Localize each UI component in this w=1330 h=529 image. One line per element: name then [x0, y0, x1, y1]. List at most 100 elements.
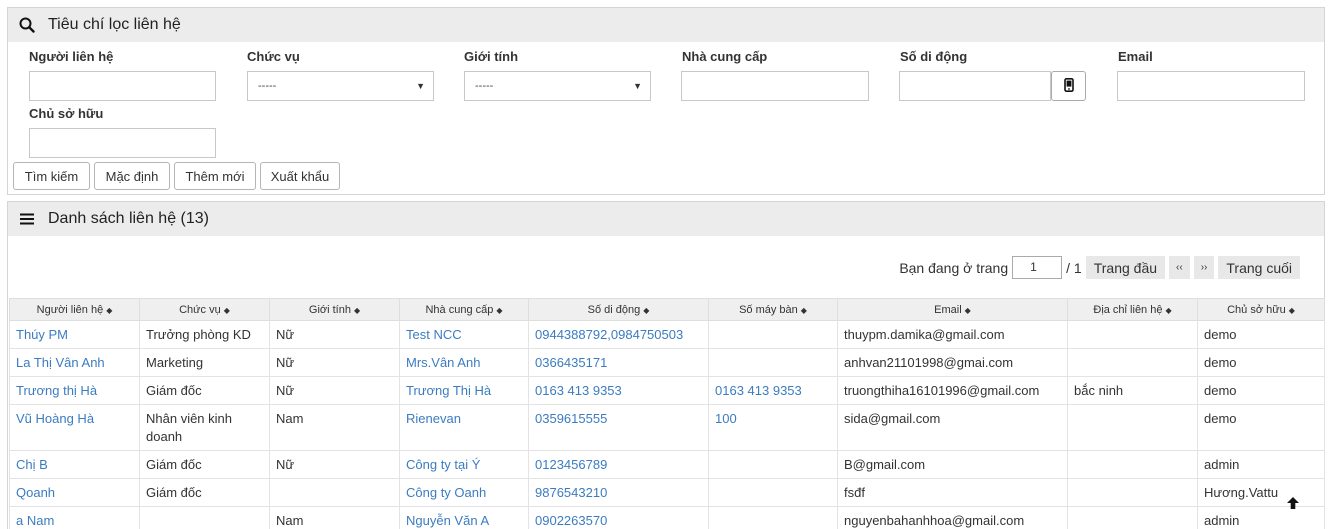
- mobile-link[interactable]: 0359615555: [528, 404, 709, 451]
- mobile-link[interactable]: 0902263570: [528, 506, 709, 529]
- column-header[interactable]: Người liên hệ ◆: [9, 298, 140, 321]
- column-header[interactable]: Địa chỉ liên hệ ◆: [1067, 298, 1198, 321]
- mobile-phone-button[interactable]: [1051, 71, 1086, 101]
- owner-label: Chủ sở hữu: [29, 106, 104, 121]
- contact-name-link[interactable]: Chị B: [9, 450, 140, 479]
- supplier-link[interactable]: Rienevan: [399, 404, 529, 451]
- mobile-link[interactable]: 0366435171: [528, 348, 709, 377]
- position-cell: Trưởng phòng KD: [139, 320, 270, 349]
- address-cell: [1067, 506, 1198, 529]
- filter-panel-title: Tiêu chí lọc liên hệ: [48, 16, 181, 33]
- supplier-link[interactable]: Nguyễn Văn A: [399, 506, 529, 529]
- search-icon: [18, 16, 36, 34]
- email-cell: nguyenbahanhhoa@gmail.com: [837, 506, 1068, 529]
- supplier-label: Nhà cung cấp: [682, 49, 768, 64]
- contact-name-link[interactable]: Trương thị Hà: [9, 376, 140, 405]
- gender-cell: Nữ: [269, 320, 400, 349]
- landline-link[interactable]: 0163 413 9353: [708, 376, 838, 405]
- contact-name-link[interactable]: a Nam: [9, 506, 140, 529]
- page-total: / 1: [1066, 259, 1082, 276]
- contact-name-link[interactable]: Vũ Hoàng Hà: [9, 404, 140, 451]
- address-cell: [1067, 320, 1198, 349]
- landline-link[interactable]: [708, 450, 838, 479]
- email-cell: truongthiha16101996@gmail.com: [837, 376, 1068, 405]
- gender-select[interactable]: ----- ▼: [464, 71, 651, 101]
- prev-page-button[interactable]: ‹‹: [1169, 256, 1190, 279]
- supplier-link[interactable]: Test NCC: [399, 320, 529, 349]
- table-row: a Nam Nam Nguyễn Văn A 0902263570 nguyen…: [9, 506, 1325, 529]
- email-cell: anhvan21101998@gmai.com: [837, 348, 1068, 377]
- position-cell: Giám đốc: [139, 376, 270, 405]
- default-button[interactable]: Mặc định: [94, 162, 170, 190]
- mobile-link[interactable]: 0163 413 9353: [528, 376, 709, 405]
- column-header[interactable]: Chủ sở hữu ◆: [1197, 298, 1325, 321]
- table-row: Trương thị Hà Giám đốc Nữ Trương Thị Hà …: [9, 376, 1325, 405]
- gender-cell: Nam: [269, 404, 400, 451]
- column-header[interactable]: Nhà cung cấp ◆: [399, 298, 529, 321]
- add-new-button[interactable]: Thêm mới: [174, 162, 256, 190]
- position-select[interactable]: ----- ▼: [247, 71, 434, 101]
- sort-icon: ◆: [1288, 305, 1295, 315]
- position-cell: [139, 506, 270, 529]
- sort-icon: ◆: [964, 305, 971, 315]
- position-cell: Nhân viên kinh doanh: [139, 404, 270, 451]
- landline-link[interactable]: [708, 506, 838, 529]
- owner-input[interactable]: [29, 128, 216, 158]
- column-header[interactable]: Số máy bàn ◆: [708, 298, 838, 321]
- landline-link[interactable]: [708, 348, 838, 377]
- chevron-down-icon: ▼: [416, 81, 425, 91]
- export-button[interactable]: Xuất khẩu: [260, 162, 340, 190]
- page-number-input[interactable]: 1: [1012, 256, 1063, 279]
- column-header[interactable]: Chức vụ ◆: [139, 298, 270, 321]
- email-cell: sida@gmail.com: [837, 404, 1068, 451]
- search-button[interactable]: Tìm kiếm: [13, 162, 90, 190]
- table-row: Chị B Giám đốc Nữ Công ty tại Ý 01234567…: [9, 450, 1325, 479]
- column-header[interactable]: Số di động ◆: [528, 298, 709, 321]
- pagination: Bạn đang ở trang 1 / 1 Trang đầu ‹‹ ›› T…: [899, 256, 1300, 279]
- owner-cell: Hương.Vattu: [1197, 478, 1325, 507]
- contacts-table: Người liên hệ ◆ Chức vụ ◆ Giới tính ◆ Nhà c…: [9, 298, 1325, 529]
- next-page-button[interactable]: ››: [1193, 256, 1215, 279]
- first-page-button[interactable]: Trang đầu: [1085, 256, 1166, 279]
- table-row: Qoanh Giám đốc Công ty Oanh 9876543210 f…: [9, 478, 1325, 507]
- owner-cell: admin: [1197, 506, 1325, 529]
- address-cell: [1067, 348, 1198, 377]
- owner-cell: demo: [1197, 320, 1325, 349]
- email-cell: thuypm.damika@gmail.com: [837, 320, 1068, 349]
- supplier-link[interactable]: Mrs.Vân Anh: [399, 348, 529, 377]
- email-input[interactable]: [1117, 71, 1305, 101]
- position-cell: Giám đốc: [139, 450, 270, 479]
- mobile-link[interactable]: 0123456789: [528, 450, 709, 479]
- email-label: Email: [1118, 49, 1153, 64]
- arrow-up-icon[interactable]: [1286, 496, 1300, 515]
- column-header[interactable]: Giới tính ◆: [269, 298, 400, 321]
- landline-link[interactable]: [708, 320, 838, 349]
- mobile-phone-icon: [1063, 77, 1074, 95]
- mobile-link[interactable]: 9876543210: [528, 478, 709, 507]
- contact-name-link[interactable]: La Thị Vân Anh: [9, 348, 140, 377]
- sort-icon: ◆: [1165, 305, 1172, 315]
- column-header[interactable]: Email ◆: [837, 298, 1068, 321]
- landline-link[interactable]: [708, 478, 838, 507]
- supplier-input[interactable]: [681, 71, 869, 101]
- table-row: Thúy PM Trưởng phòng KD Nữ Test NCC 0944…: [9, 320, 1325, 349]
- email-cell: fsđf: [837, 478, 1068, 507]
- sort-icon: ◆: [643, 305, 650, 315]
- contact-input[interactable]: [29, 71, 216, 101]
- last-page-button[interactable]: Trang cuối: [1218, 256, 1300, 279]
- sort-icon: ◆: [800, 305, 807, 315]
- pagination-label: Bạn đang ở trang: [899, 259, 1009, 276]
- supplier-link[interactable]: Công ty Oanh: [399, 478, 529, 507]
- contact-name-link[interactable]: Thúy PM: [9, 320, 140, 349]
- contact-name-link[interactable]: Qoanh: [9, 478, 140, 507]
- address-cell: [1067, 450, 1198, 479]
- gender-select-value: -----: [475, 80, 494, 92]
- mobile-input[interactable]: [899, 71, 1051, 101]
- mobile-link[interactable]: 0944388792,0984750503: [528, 320, 709, 349]
- email-cell: B@gmail.com: [837, 450, 1068, 479]
- supplier-link[interactable]: Công ty tại Ý: [399, 450, 529, 479]
- address-cell: [1067, 478, 1198, 507]
- supplier-link[interactable]: Trương Thị Hà: [399, 376, 529, 405]
- gender-cell: [269, 478, 400, 507]
- landline-link[interactable]: 100: [708, 404, 838, 451]
